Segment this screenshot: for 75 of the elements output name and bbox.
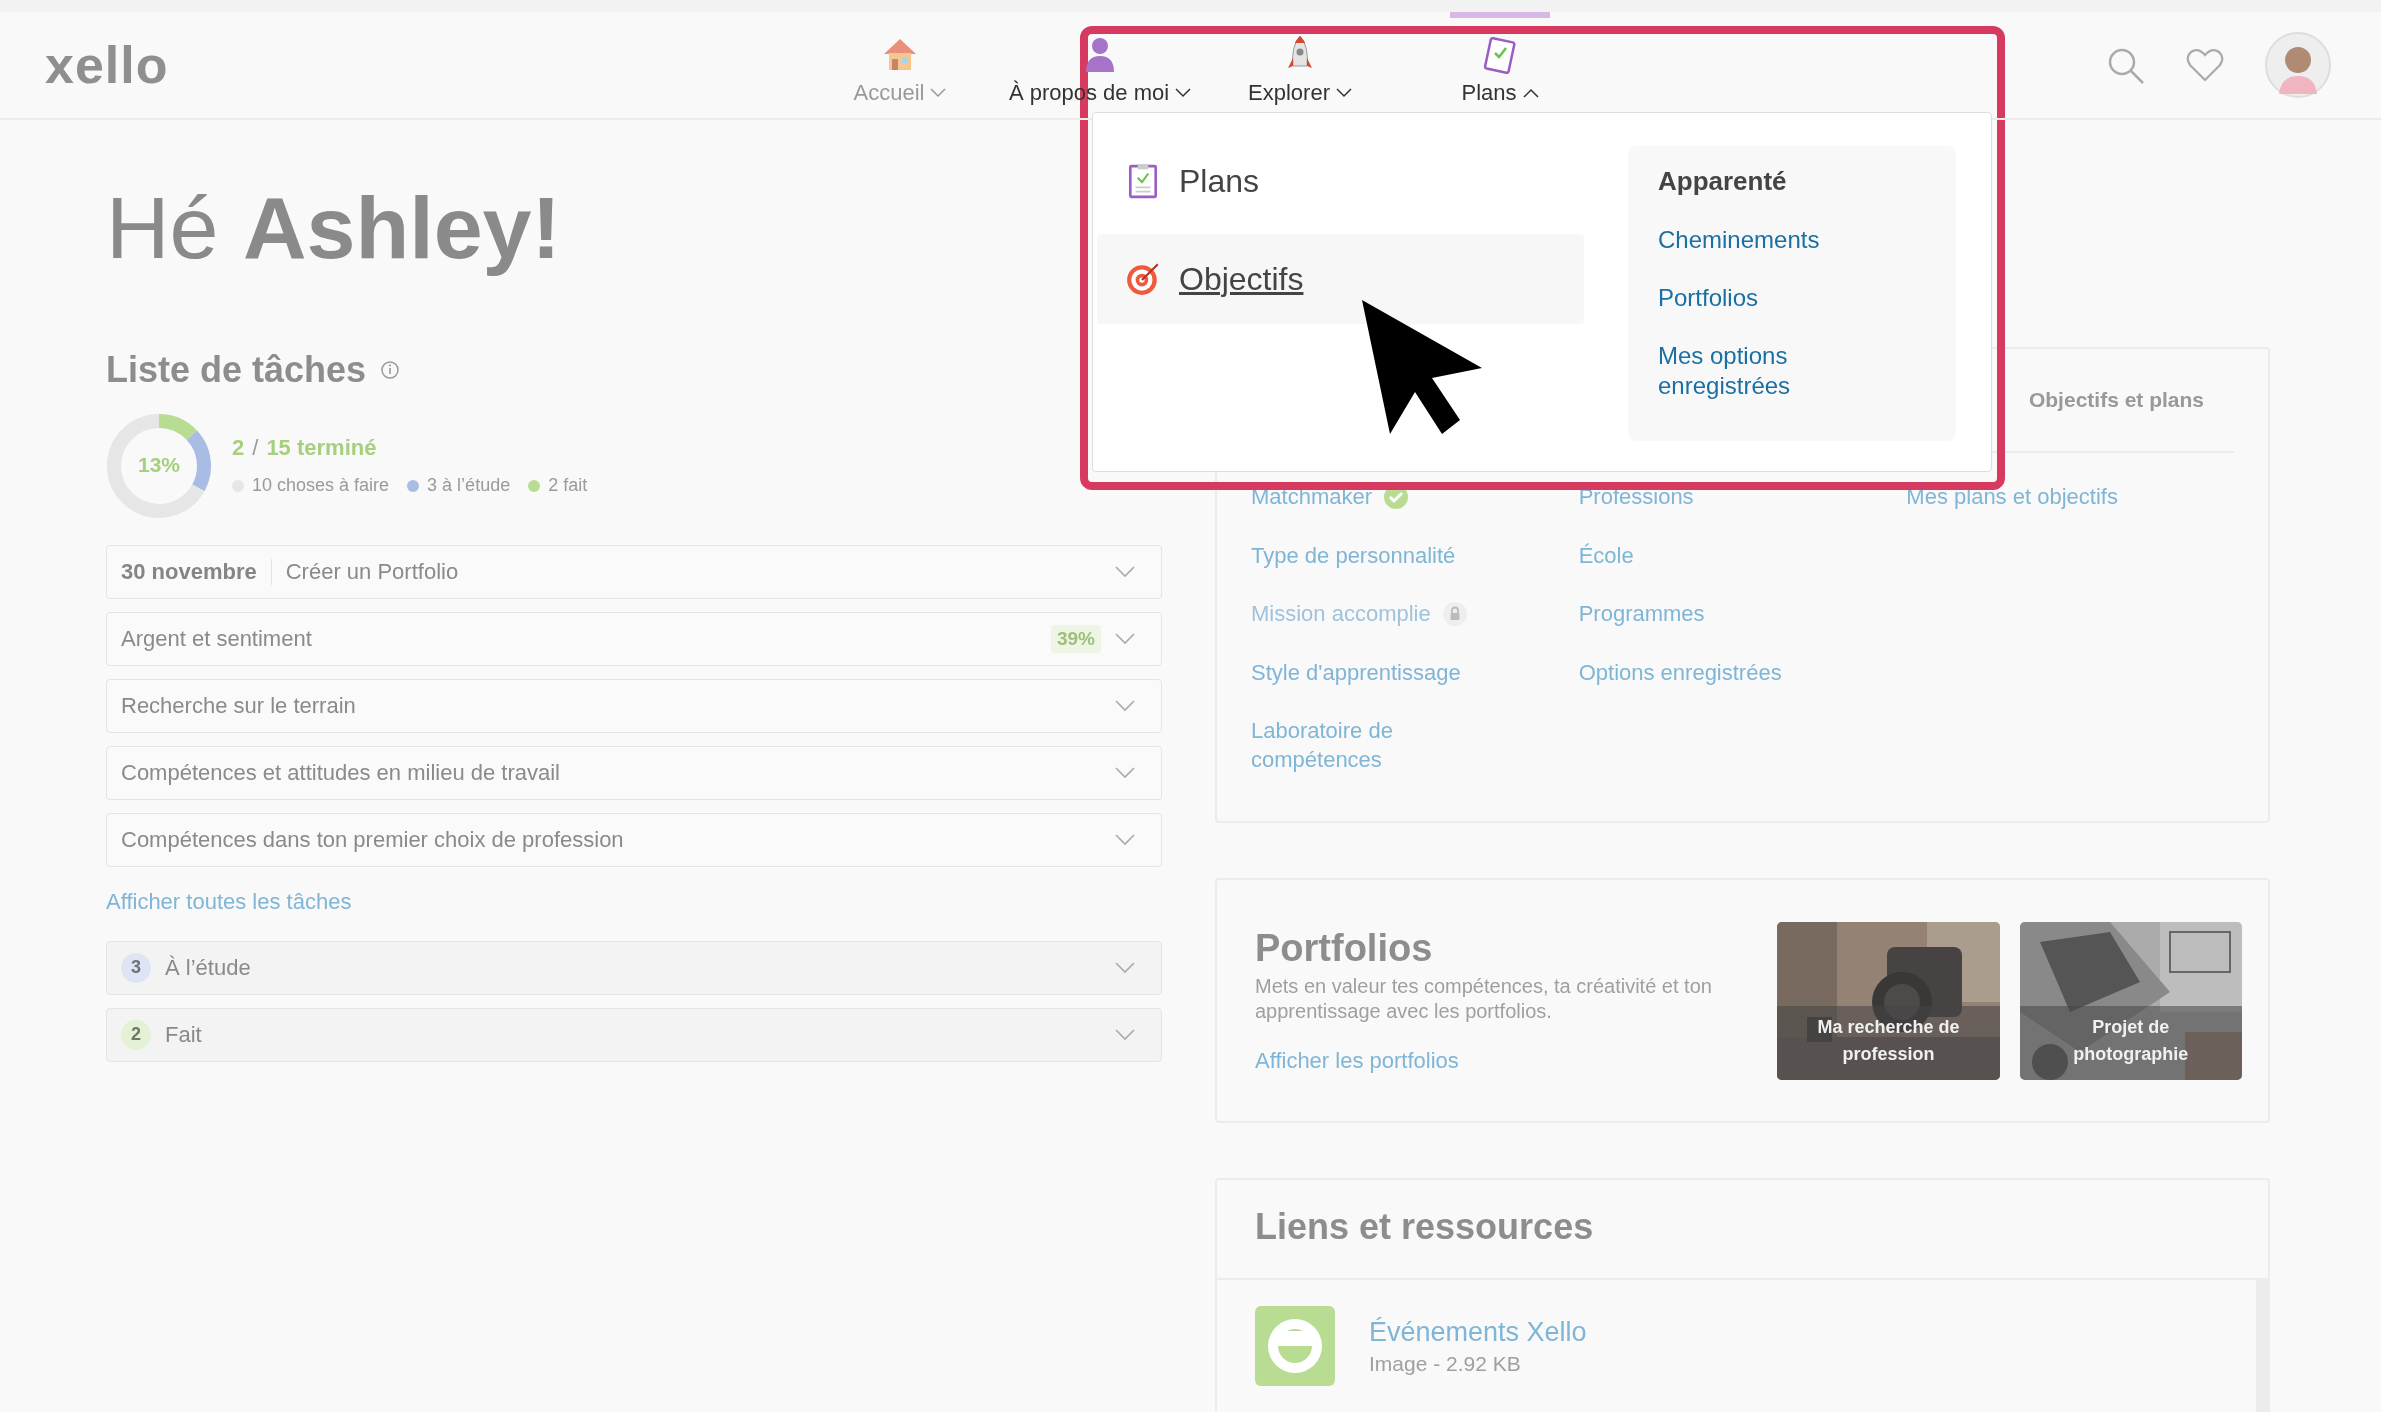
section-label: Fait [165,1021,202,1048]
task-row[interactable]: 30 novembre Créer un Portfolio [106,544,1162,599]
explore-link[interactable]: Options enregistrées [1578,658,1782,688]
task-row[interactable]: Compétences dans ton premier choix de profession [106,812,1162,867]
chevron-icon [1115,565,1135,578]
section-row[interactable]: 3 À l’étude [106,940,1162,995]
nav-item[interactable]: Explorer [1248,80,1352,106]
portfolios-link[interactable]: Afficher les portfolios [1255,1048,1459,1073]
show-all-link[interactable]: Afficher toutes les tâches [106,888,1162,915]
explore-link[interactable]: Professions [1578,483,1694,512]
tile-caption: Ma recherche de profession [1777,1005,2000,1080]
caret-icon [1522,88,1539,98]
chevron-icon [1115,961,1135,974]
info-icon[interactable] [380,359,401,380]
chevron-icon [1115,833,1135,846]
explore-link[interactable]: École [1578,541,1634,571]
total-label: 15 terminé [266,435,377,462]
resource-link[interactable]: Événements Xello [1369,1316,1587,1348]
caret-icon [1335,88,1352,98]
task-label: Argent et sentiment [121,625,312,652]
done-count: 2 [232,435,245,462]
card-title: Liens et ressources [1217,1180,2268,1280]
logo[interactable]: xello [45,35,169,95]
task-label: Compétences et attitudes en milieu de travail [121,759,560,786]
task-label: Recherche sur le terrain [121,692,356,719]
task-row[interactable]: Argent et sentiment 39% [106,611,1162,666]
percent-badge: 39% [1050,624,1101,653]
avatar[interactable] [2265,32,2331,98]
count-badge: 2 [121,1019,151,1050]
tile-caption: Projet de photographie [2019,1005,2242,1080]
chevron-icon [1115,632,1135,645]
caret-icon [930,88,947,98]
task-row[interactable]: Recherche sur le terrain [106,678,1162,733]
description: Mets en valeur tes compétences, ta créativité et ton apprentissage avec les portfolios. [1255,974,1713,1024]
legend-label: 10 choses à faire [252,475,390,497]
nav-item[interactable]: Plans [1461,80,1539,106]
task-label: Créer un Portfolio [285,558,459,585]
explore-link[interactable]: Matchmaker [1251,483,1373,512]
portfolio-tile[interactable]: Ma recherche de profession [1777,921,2000,1080]
chevron-icon [1115,766,1135,779]
caret-icon [1175,88,1192,98]
explore-link[interactable]: Style d'apprentissage [1251,658,1461,688]
progress-percent: 13% [137,452,181,477]
chevron-icon [1115,699,1135,712]
legend-label: 3 à l’étude [427,475,511,497]
section-title: Liste de tâches [106,348,367,391]
explore-link[interactable]: Type de personnalité [1251,541,1456,571]
lock-icon [1442,602,1467,627]
tab[interactable]: Objectifs et plans [2028,388,2204,412]
count-badge: 3 [121,952,151,983]
greeting: Hé Ashley! [106,180,561,277]
nav-item[interactable]: Accueil [853,80,947,106]
related-title: Apparenté [1658,166,1788,197]
section-row[interactable]: 2 Fait [106,1007,1162,1062]
portfolio-tile[interactable]: Projet de photographie [2019,921,2242,1080]
menu-item[interactable]: Plans [1097,136,1584,226]
task-row[interactable]: Compétences et attitudes en milieu de travail [106,745,1162,800]
legend-label: 2 fait [548,475,588,497]
separator: / [252,435,259,462]
task-date: 30 novembre [121,558,272,585]
related-link[interactable]: Cheminements [1658,225,1858,255]
section-label: À l’étude [165,954,251,981]
card-title: Portfolios [1255,927,1434,970]
target-icon [1125,261,1161,297]
related-link[interactable]: Mes options enregistrées [1658,341,1858,401]
task-label: Compétences dans ton premier choix de profession [121,826,624,853]
explore-link[interactable]: Laboratoire de compétences [1251,717,1501,775]
chevron-icon [1115,1028,1135,1041]
explore-link[interactable]: Mes plans et objectifs [1906,483,2118,512]
explore-link[interactable]: Programmes [1578,600,1705,629]
menu-item[interactable]: Objectifs [1097,234,1584,324]
file-info: Image - 2.92 KB [1369,1351,1522,1376]
related-link[interactable]: Portfolios [1658,283,1858,313]
explore-link[interactable]: Mission accomplie [1251,600,1431,629]
xello-app-icon [1255,1306,1335,1386]
